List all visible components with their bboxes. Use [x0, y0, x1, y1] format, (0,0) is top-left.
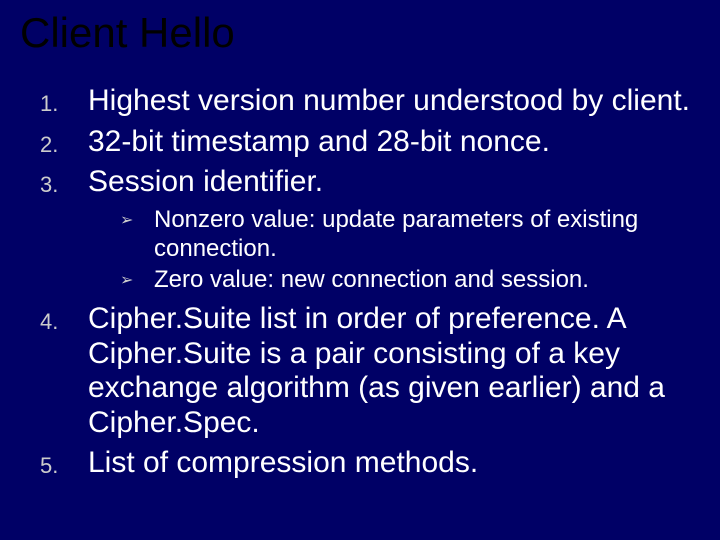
main-list-continued: 4. Cipher.Suite list in order of prefere…	[20, 302, 700, 481]
item-number: 3.	[40, 165, 88, 200]
sub-list-item: ➢ Nonzero value: update parameters of ex…	[120, 206, 690, 264]
sub-item-text: Zero value: new connection and session.	[154, 266, 690, 295]
sub-list-item: ➢ Zero value: new connection and session…	[120, 266, 690, 295]
arrow-icon: ➢	[120, 266, 154, 295]
page-title: Client Hello	[20, 10, 700, 56]
item-number: 1.	[40, 84, 88, 119]
item-number: 5.	[40, 446, 88, 481]
item-text: Session identifier.	[88, 165, 690, 200]
item-text: Highest version number understood by cli…	[88, 84, 690, 119]
item-number: 4.	[40, 302, 88, 440]
item-number: 2.	[40, 125, 88, 160]
list-item: 3. Session identifier.	[40, 165, 690, 200]
sub-list: ➢ Nonzero value: update parameters of ex…	[20, 206, 700, 294]
item-text: Cipher.Suite list in order of preference…	[88, 302, 690, 440]
item-text: 32-bit timestamp and 28-bit nonce.	[88, 125, 690, 160]
list-item: 5. List of compression methods.	[40, 446, 690, 481]
item-text: List of compression methods.	[88, 446, 690, 481]
list-item: 4. Cipher.Suite list in order of prefere…	[40, 302, 690, 440]
sub-item-text: Nonzero value: update parameters of exis…	[154, 206, 690, 264]
main-list: 1. Highest version number understood by …	[20, 84, 700, 200]
slide: Client Hello 1. Highest version number u…	[0, 0, 720, 540]
arrow-icon: ➢	[120, 206, 154, 264]
list-item: 1. Highest version number understood by …	[40, 84, 690, 119]
list-item: 2. 32-bit timestamp and 28-bit nonce.	[40, 125, 690, 160]
